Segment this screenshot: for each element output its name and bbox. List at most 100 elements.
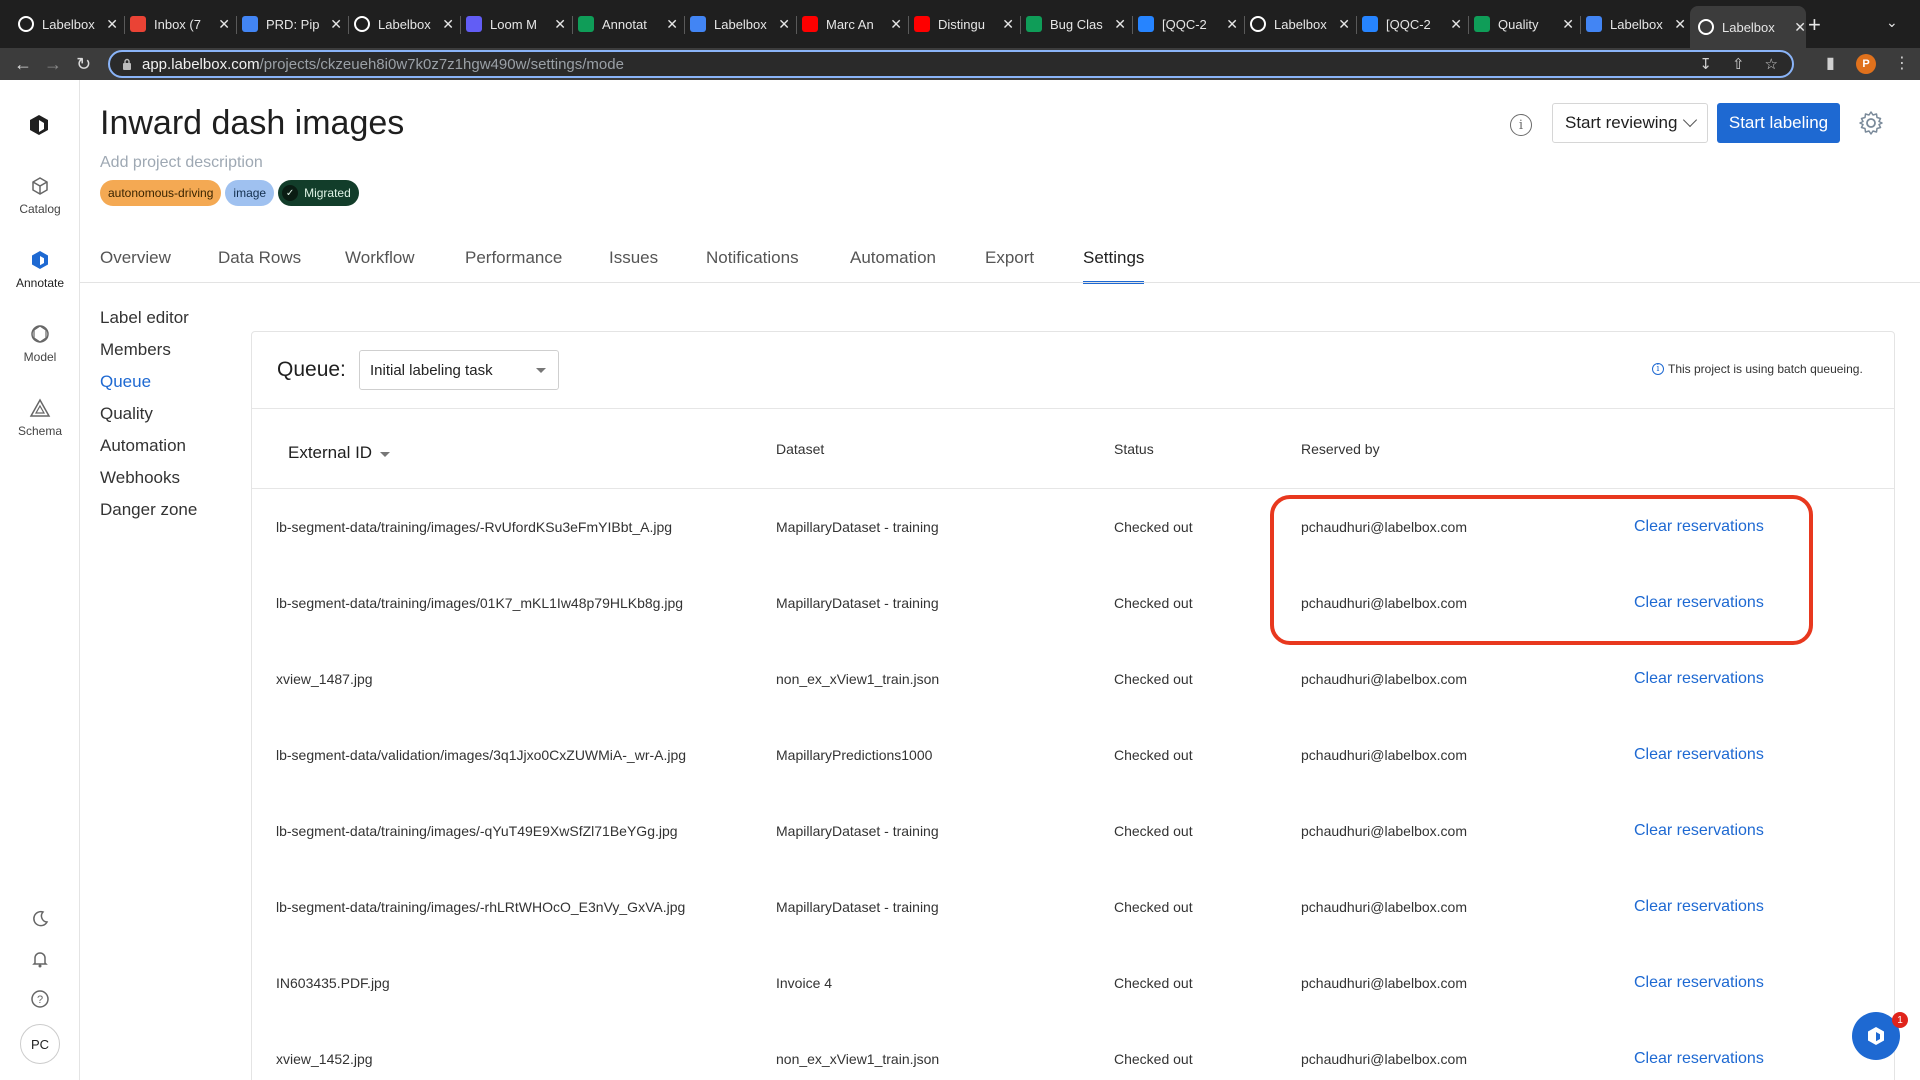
- notifications-bell-icon[interactable]: [28, 947, 52, 971]
- rail-item-catalog[interactable]: Catalog: [0, 174, 80, 216]
- browser-tab-title: [QQC-2: [1386, 16, 1431, 32]
- browser-tab[interactable]: Labelbox ✕: [18, 8, 118, 40]
- clear-reservations-link[interactable]: Clear reservations: [1634, 974, 1764, 992]
- tab-automation[interactable]: Automation: [850, 248, 936, 282]
- start-labeling-button[interactable]: Start labeling: [1717, 103, 1840, 143]
- tab-separator: [1356, 16, 1357, 34]
- close-tab-icon[interactable]: ✕: [1674, 16, 1686, 33]
- share-icon[interactable]: ⇧: [1732, 55, 1745, 73]
- browser-tab[interactable]: [QQC-2 ✕: [1362, 8, 1462, 40]
- close-tab-icon[interactable]: ✕: [1450, 16, 1462, 33]
- clear-reservations-link[interactable]: Clear reservations: [1634, 670, 1764, 688]
- tab-separator: [796, 16, 797, 34]
- settings-nav-queue[interactable]: Queue: [100, 372, 151, 392]
- browser-tab[interactable]: Inbox (7 ✕: [130, 8, 230, 40]
- tab-performance[interactable]: Performance: [465, 248, 562, 282]
- install-app-icon[interactable]: ↧: [1699, 55, 1712, 73]
- browser-tab[interactable]: PRD: Pip ✕: [242, 8, 342, 40]
- browser-tab[interactable]: Labelbox ✕: [354, 8, 454, 40]
- close-tab-icon[interactable]: ✕: [890, 16, 902, 33]
- external-id-sort-header[interactable]: External ID: [277, 436, 395, 470]
- rail-item-model[interactable]: Model: [0, 322, 80, 364]
- cell-reserved-by: pchaudhuri@labelbox.com: [1301, 823, 1467, 839]
- queue-select[interactable]: Initial labeling task: [359, 350, 559, 390]
- browser-tab[interactable]: Labelbox ✕: [690, 8, 790, 40]
- start-reviewing-button[interactable]: Start reviewing: [1552, 103, 1708, 143]
- tabs-divider: [80, 282, 1920, 283]
- project-description-input[interactable]: Add project description: [100, 154, 263, 172]
- browser-tab[interactable]: Quality ✕: [1474, 8, 1574, 40]
- browser-tab-title: Marc An: [826, 16, 874, 32]
- rail-item-schema[interactable]: Schema: [0, 396, 80, 438]
- clear-reservations-link[interactable]: Clear reservations: [1634, 822, 1764, 840]
- close-tab-icon[interactable]: ✕: [1114, 16, 1126, 33]
- tab-issues[interactable]: Issues: [609, 248, 658, 282]
- close-tab-icon[interactable]: ✕: [1794, 19, 1806, 36]
- browser-tab-title: Annotat: [602, 16, 647, 32]
- close-tab-icon[interactable]: ✕: [554, 16, 566, 33]
- browser-tab[interactable]: Labelbox ✕: [1586, 8, 1686, 40]
- close-tab-icon[interactable]: ✕: [1002, 16, 1014, 33]
- browser-tab[interactable]: Labelbox ✕: [1250, 8, 1350, 40]
- clear-reservations-link[interactable]: Clear reservations: [1634, 898, 1764, 916]
- new-tab-icon[interactable]: +: [1808, 12, 1821, 38]
- svg-text:?: ?: [37, 994, 43, 1006]
- browser-tab[interactable]: Annotat ✕: [578, 8, 678, 40]
- browser-tab[interactable]: Loom M ✕: [466, 8, 566, 40]
- close-tab-icon[interactable]: ✕: [330, 16, 342, 33]
- tab-separator: [908, 16, 909, 34]
- settings-nav-automation[interactable]: Automation: [100, 436, 186, 456]
- cell-status: Checked out: [1114, 1051, 1193, 1067]
- tab-workflow[interactable]: Workflow: [345, 248, 415, 282]
- tag-image[interactable]: image: [225, 180, 275, 206]
- browser-tab[interactable]: Distingu ✕: [914, 8, 1014, 40]
- browser-menu-icon[interactable]: ⋮: [1894, 53, 1910, 73]
- bookmark-star-icon[interactable]: ☆: [1765, 55, 1778, 73]
- browser-tab[interactable]: Marc An ✕: [802, 8, 902, 40]
- close-tab-icon[interactable]: ✕: [1562, 16, 1574, 33]
- dark-mode-icon[interactable]: [28, 907, 52, 931]
- tag-migrated[interactable]: ✓ Migrated: [278, 180, 359, 206]
- rail-item-annotate[interactable]: Annotate: [0, 248, 80, 290]
- sheets-icon: [1474, 16, 1490, 32]
- tab-settings[interactable]: Settings: [1083, 248, 1145, 284]
- help-icon[interactable]: ?: [28, 987, 52, 1011]
- browser-tab[interactable]: Labelbox ✕: [1690, 6, 1806, 48]
- forward-icon[interactable]: →: [44, 54, 62, 74]
- tab-search-icon[interactable]: ⌄: [1886, 14, 1898, 31]
- settings-nav-danger-zone[interactable]: Danger zone: [100, 500, 197, 520]
- labelbox-logo-icon[interactable]: [28, 114, 50, 136]
- clear-reservations-link[interactable]: Clear reservations: [1634, 746, 1764, 764]
- close-tab-icon[interactable]: ✕: [218, 16, 230, 33]
- tab-data-rows[interactable]: Data Rows: [218, 248, 301, 282]
- labelbox-icon: [1698, 19, 1714, 35]
- back-icon[interactable]: ←: [14, 54, 32, 74]
- tab-notifications[interactable]: Notifications: [706, 248, 799, 282]
- browser-tab[interactable]: Bug Clas ✕: [1026, 8, 1126, 40]
- browser-tab[interactable]: [QQC-2 ✕: [1138, 8, 1238, 40]
- tag-autonomous-driving[interactable]: autonomous-driving: [100, 180, 222, 206]
- close-tab-icon[interactable]: ✕: [106, 16, 118, 33]
- reload-icon[interactable]: ↻: [76, 54, 91, 74]
- close-tab-icon[interactable]: ✕: [1226, 16, 1238, 33]
- gear-icon[interactable]: [1858, 110, 1884, 136]
- browser-tab-title: Labelbox: [378, 16, 431, 32]
- info-icon[interactable]: i: [1510, 114, 1532, 136]
- loom-icon: [466, 16, 482, 32]
- clear-reservations-link[interactable]: Clear reservations: [1634, 1050, 1764, 1068]
- tab-separator: [572, 16, 573, 34]
- close-tab-icon[interactable]: ✕: [442, 16, 454, 33]
- tab-overview[interactable]: Overview: [100, 248, 171, 282]
- side-panel-icon[interactable]: ▮: [1826, 53, 1835, 73]
- settings-nav-label-editor[interactable]: Label editor: [100, 308, 189, 328]
- close-tab-icon[interactable]: ✕: [778, 16, 790, 33]
- user-avatar[interactable]: PC: [20, 1024, 60, 1064]
- close-tab-icon[interactable]: ✕: [666, 16, 678, 33]
- close-tab-icon[interactable]: ✕: [1338, 16, 1350, 33]
- settings-nav-webhooks[interactable]: Webhooks: [100, 468, 180, 488]
- settings-nav-members[interactable]: Members: [100, 340, 171, 360]
- address-bar[interactable]: app.labelbox.com/projects/ckzeueh8i0w7k0…: [108, 50, 1794, 78]
- settings-nav-quality[interactable]: Quality: [100, 404, 153, 424]
- profile-avatar[interactable]: P: [1856, 54, 1876, 74]
- tab-export[interactable]: Export: [985, 248, 1034, 282]
